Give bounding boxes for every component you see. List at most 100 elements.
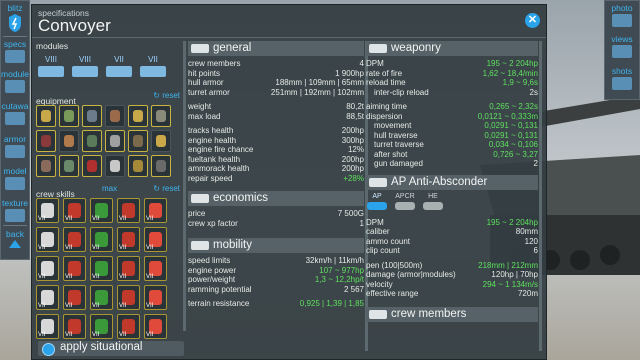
left-scrollbar[interactable]: [183, 41, 186, 331]
sidebar-armor[interactable]: armor: [1, 134, 29, 158]
equipment-slot[interactable]: [36, 130, 56, 152]
crew-skill-slot[interactable]: VII: [90, 198, 113, 223]
module-engine[interactable]: VII: [104, 55, 134, 83]
skill-level: VII: [65, 216, 73, 222]
crew-skill-slot[interactable]: VII: [117, 227, 140, 252]
equipment-slot[interactable]: [105, 155, 125, 177]
equipment-slot[interactable]: [105, 105, 125, 127]
sidebar-model[interactable]: model: [1, 166, 29, 190]
crew-skill-slot[interactable]: VII: [117, 198, 140, 223]
equipment-slot[interactable]: [151, 105, 171, 127]
weaponry-header-text: weaponry: [391, 42, 441, 54]
stat-label: ramming potential: [188, 284, 252, 294]
crew-skill-slot[interactable]: VII: [36, 198, 59, 223]
crew-skill-slot[interactable]: VII: [144, 285, 167, 310]
sidebar-texture[interactable]: texture: [1, 198, 29, 222]
crew-skill-slot[interactable]: VII: [63, 256, 86, 281]
stat-value: 0,726 ~ 3,27: [493, 149, 538, 159]
sidebar-cutaway[interactable]: cutawa: [1, 101, 29, 125]
crew-skill-slot[interactable]: VII: [144, 198, 167, 223]
crew-skill-slot[interactable]: VII: [63, 198, 86, 223]
equipment-slot[interactable]: [36, 155, 56, 177]
equipment-slot[interactable]: [59, 155, 79, 177]
blitz-icon[interactable]: [1, 13, 29, 35]
crew-skill-slot[interactable]: VII: [144, 314, 167, 339]
apply-situational-label: apply situational: [60, 341, 143, 353]
crew-skill-slot[interactable]: VII: [144, 227, 167, 252]
equipment-slot[interactable]: [82, 130, 102, 152]
crew-skill-slot[interactable]: VII: [144, 256, 167, 281]
equipment-icon: [110, 135, 120, 147]
sidebar-views[interactable]: views: [605, 34, 639, 58]
stat-value: 195 ~ 2 204hp: [486, 217, 538, 227]
ammo-apcr[interactable]: APCR: [394, 193, 416, 215]
stat-label: pen (100|500m): [366, 260, 423, 270]
equipment-slot[interactable]: [59, 130, 79, 152]
right-sidebar: photo views shots: [604, 0, 640, 100]
equipment-slot[interactable]: [82, 155, 102, 177]
stat-row: hit points 1 900hp: [188, 69, 364, 79]
gun-module-icon: [38, 66, 64, 77]
crew-skill-slot[interactable]: VII: [90, 256, 113, 281]
stat-value: 6: [533, 246, 538, 255]
crew-skill-slot[interactable]: VII: [36, 314, 59, 339]
stat-row: tracks health 200hp: [188, 126, 364, 136]
crew-skill-slot[interactable]: VII: [117, 285, 140, 310]
stat-label: damage (armor|modules): [366, 270, 456, 279]
crew-skill-slot[interactable]: VII: [63, 285, 86, 310]
equipment-slot[interactable]: [151, 130, 171, 152]
stat-label: DPM: [366, 217, 384, 227]
stat-row: engine health 300hp: [188, 136, 364, 146]
crew-skill-slot[interactable]: VII: [90, 285, 113, 310]
stat-row: speed limits 32km/h | 11km/h: [188, 256, 364, 266]
right-scrollbar[interactable]: [539, 41, 542, 351]
sidebar-shots[interactable]: shots: [605, 66, 639, 90]
crew-skill-slot[interactable]: VII: [63, 314, 86, 339]
armor-icon: [5, 145, 25, 158]
stat-label: aiming time: [366, 102, 407, 111]
crew-max-button[interactable]: max: [102, 184, 117, 193]
sidebar-back[interactable]: back: [1, 229, 29, 251]
equipment-icon: [156, 135, 166, 147]
equipment-slot[interactable]: [59, 105, 79, 127]
crew-skill-slot[interactable]: VII: [90, 314, 113, 339]
equipment-slot[interactable]: [128, 105, 148, 127]
module-turret[interactable]: VIII: [70, 55, 100, 83]
sidebar-specs[interactable]: specs: [1, 39, 29, 63]
crew-skill-slot[interactable]: VII: [36, 256, 59, 281]
sidebar-photo[interactable]: photo: [605, 3, 639, 27]
sidebar-module[interactable]: module: [1, 69, 29, 93]
stat-row: caliber 80mm: [366, 227, 538, 237]
skill-level: VII: [146, 274, 154, 280]
he-shell-icon: [423, 201, 443, 210]
sidebar-blitz[interactable]: blitz: [1, 3, 29, 13]
equipment-slot[interactable]: [128, 155, 148, 177]
stat-label: engine power: [188, 265, 237, 275]
stat-value: 12%: [347, 145, 364, 154]
equipment-slot[interactable]: [36, 105, 56, 127]
crew-reset-button[interactable]: ↻ reset: [153, 184, 180, 193]
ammo-ap[interactable]: AP: [366, 193, 388, 215]
close-icon[interactable]: ✕: [525, 13, 540, 28]
equipment-slot[interactable]: [128, 130, 148, 152]
equipment-slot[interactable]: [82, 105, 102, 127]
crew-skill-slot[interactable]: VII: [117, 256, 140, 281]
crew-skill-slot[interactable]: VII: [36, 227, 59, 252]
crew-skill-slot[interactable]: VII: [36, 285, 59, 310]
equipment-slot[interactable]: [151, 155, 171, 177]
ammo-he[interactable]: HE: [422, 193, 444, 215]
stat-label: weight: [188, 102, 212, 111]
module-suspension[interactable]: VII: [138, 55, 168, 83]
stat-value: 218mm | 212mm: [478, 260, 538, 270]
stat-value: 1,9 ~ 9,6s: [502, 78, 538, 87]
equipment-grid: [36, 105, 180, 177]
crew-skill-slot[interactable]: VII: [117, 314, 140, 339]
crew-skill-slot[interactable]: VII: [90, 227, 113, 252]
crew-skill-slot[interactable]: VII: [63, 227, 86, 252]
equipment-icon: [110, 110, 120, 122]
apply-situational-toggle[interactable]: apply situational: [38, 341, 184, 356]
equipment-slot[interactable]: [105, 130, 125, 152]
equipment-reset-button[interactable]: ↻ reset: [153, 91, 180, 100]
module-gun[interactable]: VIII: [36, 55, 66, 83]
gun-name: AP Anti-Absconder: [391, 175, 488, 188]
